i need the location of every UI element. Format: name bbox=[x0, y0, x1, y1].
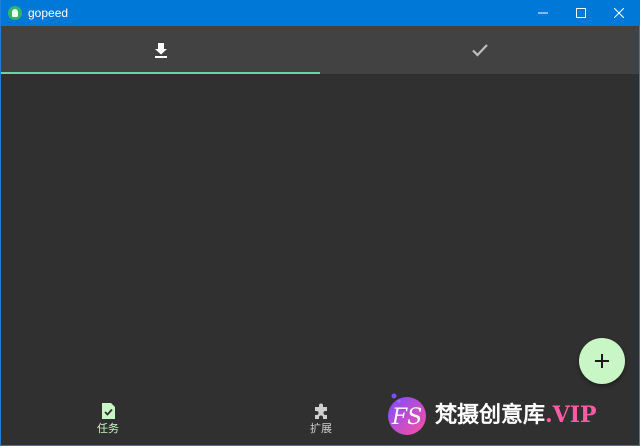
watermark-logo-text: FS bbox=[391, 405, 422, 430]
tab-downloading[interactable] bbox=[1, 26, 320, 74]
watermark-suffix: .VIP bbox=[545, 402, 597, 428]
puzzle-icon bbox=[315, 403, 327, 419]
gopeed-logo-icon bbox=[8, 6, 22, 20]
add-task-button[interactable] bbox=[579, 338, 625, 384]
watermark-logo: FS bbox=[388, 393, 426, 435]
nav-item-tasks[interactable]: 任务 bbox=[78, 402, 138, 442]
check-icon bbox=[471, 44, 488, 57]
minimize-icon bbox=[538, 12, 548, 14]
nav-label-extensions: 扩展 bbox=[310, 422, 332, 435]
watermark-text: 梵摄创意库.VIP bbox=[435, 402, 597, 428]
close-icon bbox=[614, 8, 624, 18]
download-icon bbox=[154, 43, 167, 58]
close-button[interactable] bbox=[597, 0, 640, 26]
nav-label-tasks: 任务 bbox=[97, 422, 119, 435]
tab-bar bbox=[1, 26, 639, 74]
watermark-name: 梵摄创意库 bbox=[435, 402, 546, 428]
watermark: FS 梵摄创意库.VIP bbox=[379, 380, 640, 446]
task-list-area bbox=[1, 74, 639, 394]
nav-item-extensions[interactable]: 扩展 bbox=[291, 402, 351, 442]
maximize-icon bbox=[576, 8, 586, 18]
tab-completed[interactable] bbox=[320, 26, 639, 74]
plus-icon bbox=[595, 354, 609, 368]
task-check-icon bbox=[102, 403, 115, 419]
title-bar: gopeed bbox=[1, 0, 640, 26]
window-title: gopeed bbox=[28, 6, 69, 20]
